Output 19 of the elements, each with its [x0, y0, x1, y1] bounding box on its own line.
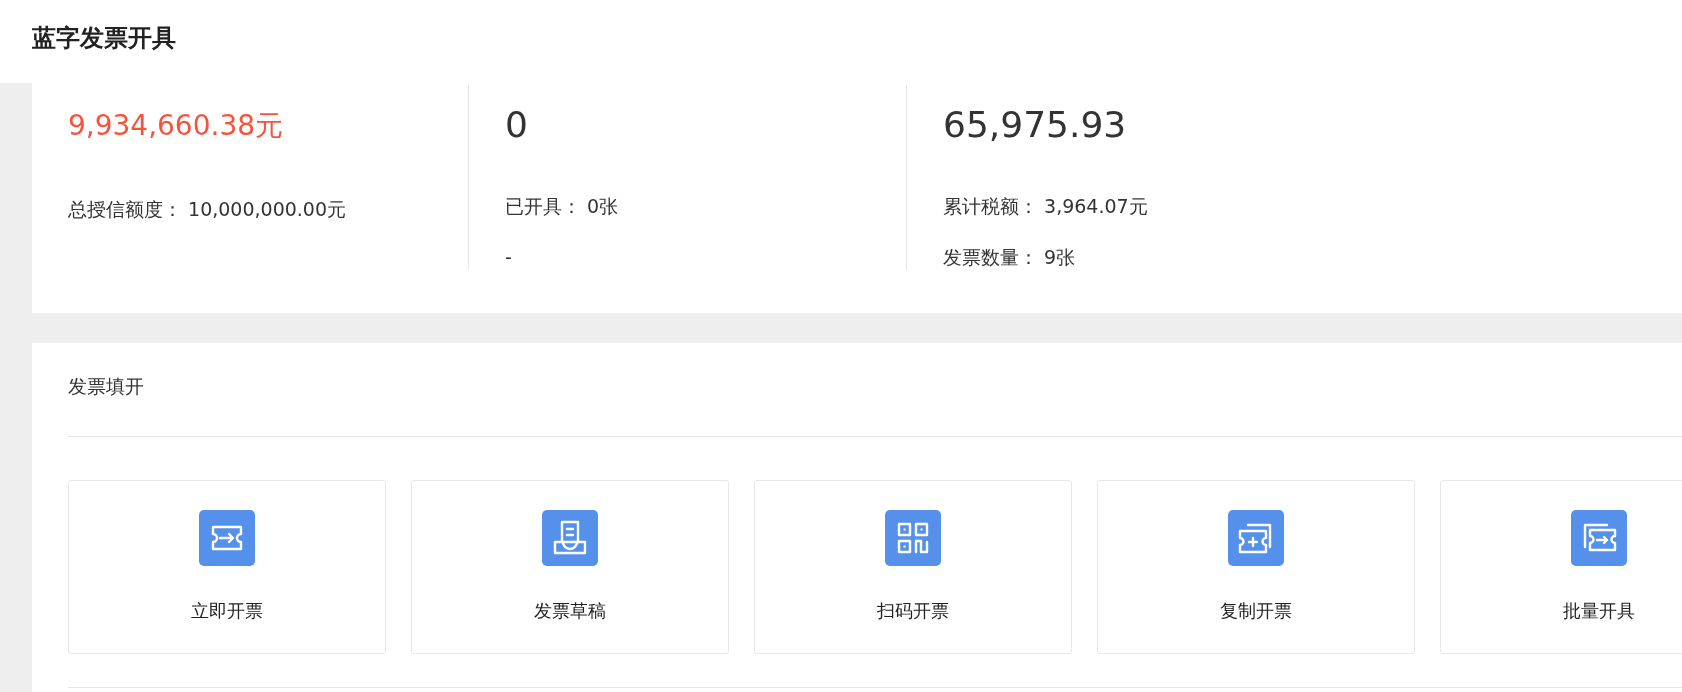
page-title: 蓝字发票开具 — [32, 24, 177, 53]
stat-value: 0 — [505, 103, 529, 147]
ticket-stack-icon — [1571, 510, 1627, 566]
qr-code-icon — [885, 510, 941, 566]
invoice-action-tile[interactable]: 立即开票 — [68, 480, 386, 654]
invoice-action-tile[interactable]: 批量开具 — [1440, 480, 1682, 654]
invoice-action-tile[interactable]: 发票草稿 — [411, 480, 729, 654]
section-title: 发票填开 — [68, 375, 144, 397]
tray-document-icon — [542, 510, 598, 566]
invoice-action-tile[interactable]: 扫码开票 — [754, 480, 1072, 654]
stat-value: 65,975.93 — [943, 103, 1128, 147]
ticket-plus-icon — [1228, 510, 1284, 566]
stat-detail: 已开具： 0张 — [505, 194, 620, 220]
stat-detail: 发票数量： 9张 — [943, 244, 1077, 270]
stat-detail: - — [505, 244, 513, 270]
stat-detail: 总授信额度： 10,000,000.00元 — [68, 196, 348, 222]
available-amount: 9,934,660.38元 — [68, 109, 285, 143]
stat-detail: 累计税额： 3,964.07元 — [943, 194, 1149, 220]
invoice-action-tile[interactable]: 复制开票 — [1097, 480, 1415, 654]
